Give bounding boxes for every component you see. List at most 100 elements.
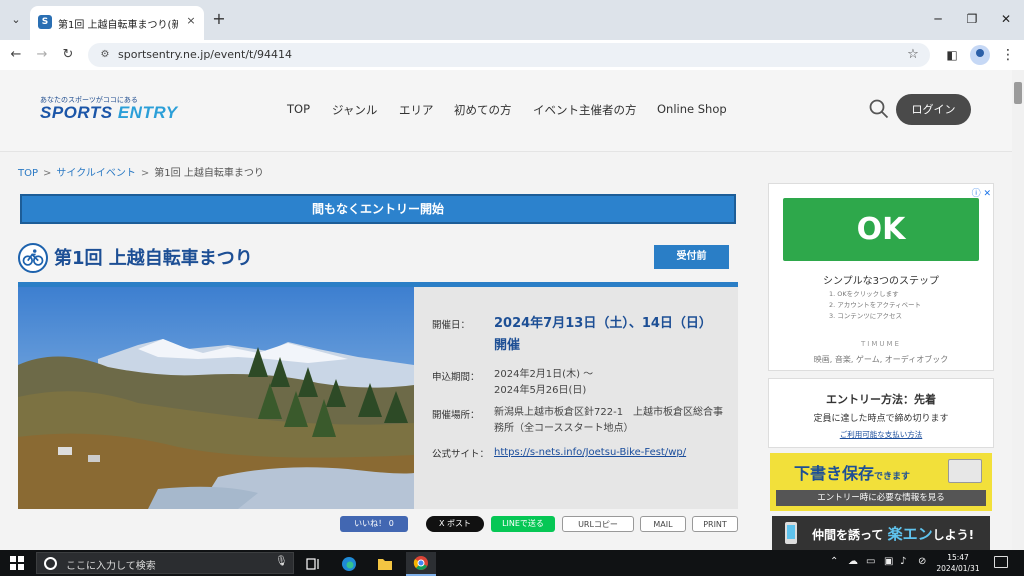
reload-button[interactable]: ↻ [58, 45, 78, 65]
nav-first-time[interactable]: 初めての方 [454, 102, 512, 118]
official-site-link[interactable]: https://s-nets.info/Joetsu-Bike-Fest/wp/ [494, 445, 734, 461]
site-logo[interactable]: SPORTS ENTRY [40, 103, 178, 123]
url-copy-button[interactable]: URLコピー [562, 516, 634, 532]
tab-close-icon[interactable]: × [184, 14, 198, 28]
document-icon [948, 459, 982, 483]
address-url[interactable]: sportsentry.ne.jp/event/t/94414 [118, 48, 292, 61]
tab-title: 第1回 上越自転車まつり(新潟県 [58, 20, 178, 31]
side-panel-icon[interactable]: ◧ [942, 45, 962, 65]
print-button[interactable]: PRINT [692, 516, 738, 532]
invite-friends-pre: 仲間を誘って [812, 528, 884, 542]
entry-method: エントリー方法：先着 [826, 393, 936, 406]
sidebar-ad[interactable]: ⓘ ✕ OK シンプルな3つのステップ 1. OKをクリックします 2. アカウ… [768, 183, 994, 371]
back-button[interactable]: ← [6, 45, 26, 65]
mail-button[interactable]: MAIL [640, 516, 686, 532]
bookmark-star-icon[interactable]: ☆ [904, 46, 922, 64]
event-title: 第1回 上越自転車まつり [54, 248, 253, 269]
nav-top[interactable]: TOP [287, 102, 310, 116]
official-site-label: 公式サイト： [432, 449, 490, 460]
tray-status-icon[interactable]: ⊘ [918, 556, 926, 567]
nav-area[interactable]: エリア [399, 102, 434, 118]
draft-save-title-big: 下書き保存 [794, 464, 875, 483]
chrome-icon[interactable] [406, 552, 436, 576]
site-info-icon[interactable]: ⚙ [98, 48, 112, 62]
taskbar-search-placeholder: ここに入力して検索 [66, 561, 156, 572]
ad-title: シンプルな3つのステップ [822, 276, 940, 287]
window-close-button[interactable]: ✕ [996, 10, 1016, 28]
invite-friends-post: しよう! [932, 528, 975, 542]
draft-save-title: 下書き保存できます [794, 460, 910, 484]
forward-button[interactable]: → [32, 45, 52, 65]
web-page: あなたのスポーツがココにある SPORTS ENTRY TOP ジャンル エリア… [0, 70, 1012, 550]
draft-save-banner[interactable]: 下書き保存できます エントリー時に必要な情報を見る [770, 453, 992, 511]
nav-organizers[interactable]: イベント主催者の方 [533, 102, 637, 118]
nav-genre[interactable]: ジャンル [332, 102, 377, 118]
site-header: あなたのスポーツがココにある SPORTS ENTRY TOP ジャンル エリア… [0, 70, 1012, 152]
file-explorer-icon[interactable] [370, 552, 400, 576]
tray-chevron-icon[interactable]: ⌃ [830, 556, 838, 567]
task-view-icon[interactable] [298, 552, 328, 576]
clock-date: 2024/01/31 [936, 564, 980, 573]
payment-methods-link[interactable]: ご利用可能な支払い方法 [769, 429, 993, 440]
ad-step: 2. アカウントをアクティベート [829, 301, 922, 309]
search-circle-icon [44, 557, 57, 570]
entry-coming-soon-banner: 間もなくエントリー開始 [20, 194, 736, 224]
tab-search-chevron-icon[interactable]: ⌄ [6, 9, 26, 29]
breadcrumb-separator: > [140, 168, 150, 179]
profile-avatar-icon[interactable] [970, 45, 990, 65]
draft-required-info-link[interactable]: エントリー時に必要な情報を見る [776, 490, 986, 506]
login-button[interactable]: ログイン [896, 94, 971, 125]
line-share-button[interactable]: LINEで送る [491, 516, 555, 532]
windows-start-icon[interactable] [10, 556, 24, 570]
invite-friends-banner[interactable]: 仲間を誘って 楽エンしよう! [772, 516, 990, 550]
window-minimize-button[interactable]: ─ [928, 10, 948, 28]
edge-browser-icon[interactable] [334, 552, 364, 576]
windows-taskbar: ここに入力して検索 🎙 ⌃ ☁ ▭ ▣ ♪ ⊘ 15:47 2024/01/31 [0, 550, 1024, 576]
browser-toolbar: ← → ↻ ⚙ sportsentry.ne.jp/event/t/94414 … [0, 40, 1024, 70]
facebook-like-button[interactable]: いいね！ 0 [340, 516, 408, 532]
browser-tab-active[interactable]: S 第1回 上越自転車まつり(新潟県 × [30, 6, 204, 40]
event-landscape-photo [18, 287, 414, 509]
draft-save-title-small: できます [874, 472, 911, 482]
logo-text-entry: ENTRY [117, 103, 178, 122]
logo-text-sports: SPORTS [40, 103, 113, 122]
tray-cloud-icon[interactable]: ☁ [848, 556, 858, 567]
tray-battery-icon[interactable]: ▭ [866, 556, 875, 567]
venue-row: 開催場所： 新潟県上越市板倉区針722-1 上越市板倉区総合事務所（全コーススタ… [432, 405, 732, 439]
clock-time: 15:47 [947, 553, 969, 562]
ad-brand: TIMUME [861, 340, 901, 348]
tray-volume-icon[interactable]: ♪ [900, 556, 906, 567]
event-info-box: 開催日： 2024年7月13日（土）、14日（日）開催 申込期間： 2024年2… [414, 287, 738, 509]
smartphone-icon [785, 522, 797, 544]
notification-center-icon[interactable] [994, 556, 1008, 568]
new-tab-button[interactable]: + [210, 10, 228, 28]
ad-step: 3. コンテンツにアクセス [829, 312, 902, 320]
invite-friends-text: 仲間を誘って 楽エンしよう! [812, 523, 974, 544]
nav-online-shop[interactable]: Online Shop [657, 102, 727, 116]
screen: ⌄ S 第1回 上越自転車まつり(新潟県 × + ─ ❐ ✕ ← → ↻ ⚙ s… [0, 0, 1024, 576]
window-restore-button[interactable]: ❐ [962, 10, 982, 28]
address-bar[interactable]: ⚙ sportsentry.ne.jp/event/t/94414 ☆ [88, 43, 930, 67]
browser-tabstrip: ⌄ S 第1回 上越自転車まつり(新潟県 × + ─ ❐ ✕ [0, 0, 1024, 40]
breadcrumb-cycle-events[interactable]: サイクルイベント [56, 168, 136, 179]
ad-step: 1. OKをクリックします [829, 290, 899, 298]
ad-subtext: 映画, 音楽, ゲーム, オーディオブック [813, 355, 949, 364]
status-badge: 受付前 [654, 245, 729, 269]
breadcrumb-current: 第1回 上越自転車まつり [154, 168, 264, 179]
date-label: 開催日： [432, 320, 471, 331]
breadcrumb: TOP > サイクルイベント > 第1回 上越自転車まつり [18, 164, 264, 179]
date-value: 2024年7月13日（土）、14日（日）開催 [494, 316, 712, 353]
taskbar-search-box[interactable]: ここに入力して検索 🎙 [36, 552, 294, 574]
ad-ok-button[interactable]: OK [783, 198, 979, 261]
browser-menu-icon[interactable]: ⋮ [998, 45, 1018, 65]
microphone-icon[interactable]: 🎙 [275, 556, 288, 567]
apply-period-label: 申込期間： [432, 372, 480, 383]
scrollbar-thumb[interactable] [1014, 82, 1022, 104]
tray-network-icon[interactable]: ▣ [884, 556, 893, 567]
x-post-button[interactable]: X ポスト [426, 516, 484, 532]
taskbar-clock[interactable]: 15:47 2024/01/31 [936, 552, 980, 574]
page-scrollbar[interactable] [1012, 70, 1024, 550]
invite-friends-highlight: 楽エン [887, 525, 933, 543]
search-icon[interactable] [868, 98, 890, 120]
breadcrumb-top[interactable]: TOP [18, 168, 38, 179]
